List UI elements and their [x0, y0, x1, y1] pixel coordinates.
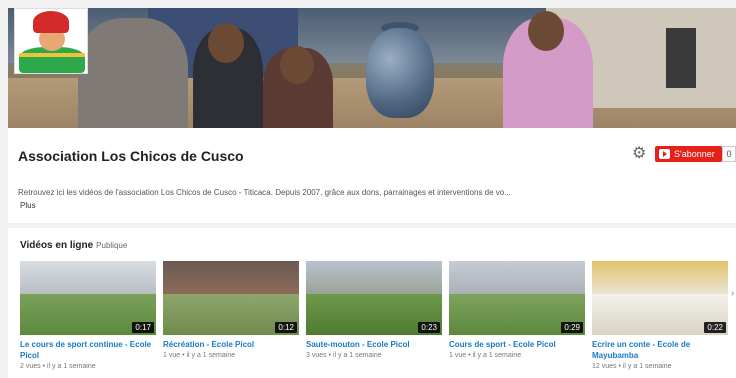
video-duration: 0:29 [561, 322, 583, 333]
videos-section: Vidéos en ligne Publique 0:17 Le cours de… [8, 228, 736, 378]
video-title[interactable]: Récréation - Ecole Picol [163, 339, 299, 350]
video-duration: 0:23 [418, 322, 440, 333]
video-meta: 12 vues • il y a 1 semaine [592, 363, 672, 370]
channel-description: Retrouvez ici les vidéos de l'associatio… [18, 188, 511, 197]
visibility-label: Publique [96, 241, 128, 250]
gear-icon[interactable]: ⚙ [632, 146, 648, 162]
subscriber-count: 0 [722, 146, 736, 162]
video-thumbnail[interactable]: 0:22 [592, 261, 728, 335]
channel-avatar[interactable] [14, 8, 88, 74]
channel-title[interactable]: Association Los Chicos de Cusco [18, 148, 244, 164]
video-title[interactable]: Ecrire un conte - Ecole de Mayubamba [592, 339, 728, 361]
video-duration: 0:17 [132, 322, 154, 333]
more-link[interactable]: Plus [20, 201, 36, 210]
video-thumbnail[interactable]: 0:29 [449, 261, 585, 335]
video-thumbnail[interactable]: 0:23 [306, 261, 442, 335]
video-card[interactable]: 0:22 Ecrire un conte - Ecole de Mayubamb… [592, 261, 728, 372]
video-card[interactable]: 0:23 Saute-mouton - Ecole Picol 3 vues •… [306, 261, 442, 361]
video-duration: 0:22 [704, 322, 726, 333]
video-duration: 0:12 [275, 322, 297, 333]
subscribe-label: S'abonner [674, 149, 715, 159]
video-meta: 1 vue • il y a 1 semaine [163, 352, 236, 359]
youtube-icon [659, 149, 670, 159]
video-card[interactable]: 0:17 Le cours de sport continue - Ecole … [20, 261, 156, 372]
video-title[interactable]: Saute-mouton - Ecole Picol [306, 339, 442, 350]
chevron-right-icon[interactable]: › [731, 288, 734, 299]
video-card[interactable]: 0:12 Récréation - Ecole Picol 1 vue • il… [163, 261, 299, 361]
video-thumbnail[interactable]: 0:12 [163, 261, 299, 335]
section-title[interactable]: Vidéos en ligne Publique [20, 240, 127, 251]
channel-header: Association Los Chicos de Cusco ⚙ S'abon… [8, 128, 736, 223]
video-meta: 3 vues • il y a 1 semaine [306, 352, 382, 359]
video-meta: 1 vue • il y a 1 semaine [449, 352, 522, 359]
video-thumbnail[interactable]: 0:17 [20, 261, 156, 335]
section-title-text: Vidéos en ligne [20, 240, 94, 251]
subscribe-button[interactable]: S'abonner [655, 146, 722, 162]
video-title[interactable]: Cours de sport - Ecole Picol [449, 339, 585, 350]
video-card[interactable]: 0:29 Cours de sport - Ecole Picol 1 vue … [449, 261, 585, 361]
video-title[interactable]: Le cours de sport continue - Ecole Picol [20, 339, 156, 361]
channel-banner [8, 8, 736, 128]
video-meta: 2 vues • il y a 1 semaine [20, 363, 96, 370]
